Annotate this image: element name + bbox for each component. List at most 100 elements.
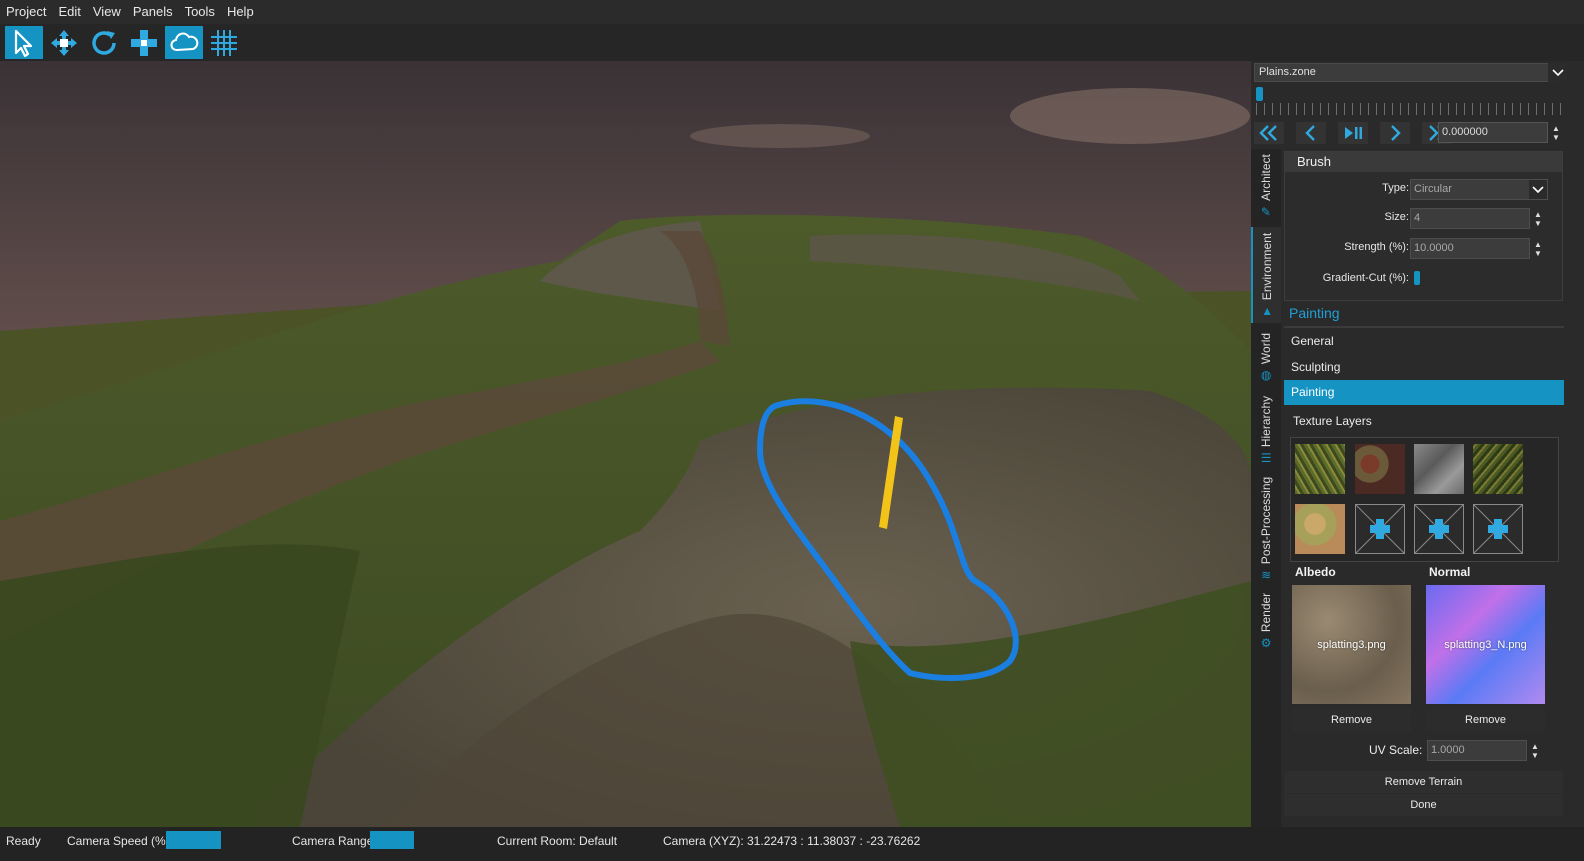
toolbar — [0, 24, 1584, 61]
tab-hierarchy-label: Hierarchy — [1259, 395, 1274, 448]
move-tool-button[interactable] — [45, 26, 83, 59]
gradient-cut-label: Gradient-Cut (%): — [1322, 272, 1409, 284]
nav-painting[interactable]: Painting — [1284, 380, 1564, 405]
chevron-down-icon — [1529, 180, 1547, 199]
rotate-tool-icon — [92, 30, 116, 55]
tab-post-processing[interactable]: ≋ Post-Processing — [1251, 473, 1281, 585]
add-texture-slot[interactable] — [1414, 504, 1464, 554]
gradient-cut-slider[interactable] — [1414, 271, 1420, 285]
menu-bar: Project Edit View Panels Tools Help — [0, 0, 1584, 24]
camera-speed-meter[interactable] — [166, 831, 221, 849]
playback-controls: 0.000000 ▲ ▼ — [1254, 121, 1567, 145]
section-divider — [1284, 326, 1564, 328]
cloud-tool-button[interactable] — [165, 26, 203, 59]
grid-tool-icon — [211, 29, 237, 56]
environment-icon: ▲ — [1261, 304, 1273, 319]
nav-general[interactable]: General — [1284, 329, 1564, 354]
texture-layers-label: Texture Layers — [1293, 414, 1372, 428]
tab-environment[interactable]: ▲ Environment — [1251, 227, 1281, 323]
uv-scale-spinner[interactable]: ▲ ▼ — [1527, 740, 1543, 761]
select-tool-icon — [14, 29, 33, 57]
section-title: Painting — [1289, 305, 1340, 321]
brush-size-row: Size: 4 ▲ ▼ — [1285, 208, 1563, 230]
terrain-scene — [0, 61, 1251, 827]
texture-layer-1[interactable] — [1295, 444, 1345, 494]
zone-select[interactable]: Plains.zone — [1254, 63, 1567, 82]
size-label: Size: — [1384, 211, 1409, 223]
camera-xyz: Camera (XYZ): 31.22473 : 11.38037 : -23.… — [663, 834, 921, 848]
add-texture-icon — [1473, 504, 1523, 554]
albedo-file-label: splatting3.png — [1317, 638, 1386, 651]
tab-render-label: Render — [1259, 592, 1274, 633]
tab-world-label: World — [1259, 332, 1273, 365]
timeline-ticks — [1256, 103, 1564, 115]
menu-help[interactable]: Help — [221, 0, 260, 24]
step-back-button[interactable] — [1296, 122, 1326, 144]
add-texture-slot[interactable] — [1473, 504, 1523, 554]
menu-project[interactable]: Project — [0, 0, 52, 24]
albedo-preview[interactable]: splatting3.png — [1292, 585, 1411, 704]
time-spinner[interactable]: ▲ ▼ — [1548, 122, 1564, 143]
brush-group: Brush Type: Circular Size: 4 ▲ ▼ Strength… — [1284, 151, 1563, 301]
post-processing-icon: ≋ — [1260, 568, 1272, 583]
nav-sculpting[interactable]: Sculpting — [1284, 355, 1564, 380]
remove-terrain-button[interactable]: Remove Terrain — [1284, 771, 1563, 793]
menu-view[interactable]: View — [87, 0, 127, 24]
scale-tool-button[interactable] — [125, 26, 163, 59]
timeline-slider[interactable] — [1254, 87, 1567, 117]
camera-range-label: Camera Range: — [292, 834, 377, 848]
type-label: Type: — [1382, 182, 1409, 194]
tab-world[interactable]: ◍ World — [1251, 327, 1281, 387]
scene-viewport[interactable] — [0, 61, 1251, 827]
select-tool-button[interactable] — [5, 26, 43, 59]
normal-label: Normal — [1429, 565, 1471, 579]
gradient-cut-row: Gradient-Cut (%): — [1285, 269, 1563, 291]
add-texture-icon — [1414, 504, 1464, 554]
menu-panels[interactable]: Panels — [127, 0, 179, 24]
texture-layer-3[interactable] — [1414, 444, 1464, 494]
move-tool-icon — [51, 29, 77, 56]
brush-size-input[interactable]: 4 — [1410, 208, 1530, 229]
brush-strength-input[interactable]: 10.0000 — [1410, 238, 1530, 259]
grid-tool-button[interactable] — [205, 26, 243, 59]
time-input[interactable]: 0.000000 — [1438, 122, 1548, 143]
texture-layer-2[interactable] — [1355, 444, 1405, 494]
step-forward-button[interactable] — [1380, 122, 1410, 144]
chevron-down-icon — [1548, 63, 1567, 82]
add-texture-icon — [1355, 504, 1405, 554]
texture-layers-grid — [1290, 437, 1559, 562]
tab-render[interactable]: ⚙ Render — [1251, 589, 1281, 653]
hierarchy-icon: ☰ — [1260, 451, 1272, 466]
tab-architect[interactable]: ✎ Architect — [1251, 149, 1281, 223]
size-spinner[interactable]: ▲ ▼ — [1530, 208, 1546, 229]
remove-albedo-button[interactable]: Remove — [1292, 709, 1411, 731]
menu-edit[interactable]: Edit — [52, 0, 86, 24]
uv-scale-input[interactable]: 1.0000 — [1427, 740, 1527, 761]
status-ready: Ready — [6, 834, 41, 848]
normal-preview[interactable]: splatting3_N.png — [1426, 585, 1545, 704]
rewind-button[interactable] — [1254, 122, 1284, 144]
texture-layer-4[interactable] — [1473, 444, 1523, 494]
strength-label: Strength (%): — [1344, 241, 1409, 253]
play-pause-button[interactable] — [1338, 122, 1368, 144]
play-pause-icon — [1345, 127, 1362, 139]
rotate-tool-button[interactable] — [85, 26, 123, 59]
camera-range-meter[interactable] — [370, 831, 414, 849]
brush-type-select[interactable]: Circular — [1410, 179, 1548, 200]
cloud-tool-icon — [170, 32, 199, 51]
tab-architect-label: Architect — [1259, 154, 1273, 201]
step-forward-icon — [1391, 125, 1401, 141]
strength-spinner[interactable]: ▲ ▼ — [1530, 238, 1546, 259]
tab-hierarchy[interactable]: ☰ Hierarchy — [1251, 391, 1281, 469]
timeline-handle[interactable] — [1256, 87, 1263, 101]
remove-normal-button[interactable]: Remove — [1426, 709, 1545, 731]
texture-layer-5[interactable] — [1295, 504, 1345, 554]
vertical-tab-bar: ✎ Architect ▲ Environment ◍ World ☰ Hierarch… — [1251, 149, 1281, 827]
add-texture-slot[interactable] — [1355, 504, 1405, 554]
rewind-icon — [1259, 125, 1277, 141]
brush-type-value: Circular — [1414, 183, 1452, 195]
menu-tools[interactable]: Tools — [179, 0, 221, 24]
done-button[interactable]: Done — [1284, 794, 1563, 816]
normal-file-label: splatting3_N.png — [1444, 638, 1527, 651]
architect-icon: ✎ — [1260, 204, 1272, 219]
